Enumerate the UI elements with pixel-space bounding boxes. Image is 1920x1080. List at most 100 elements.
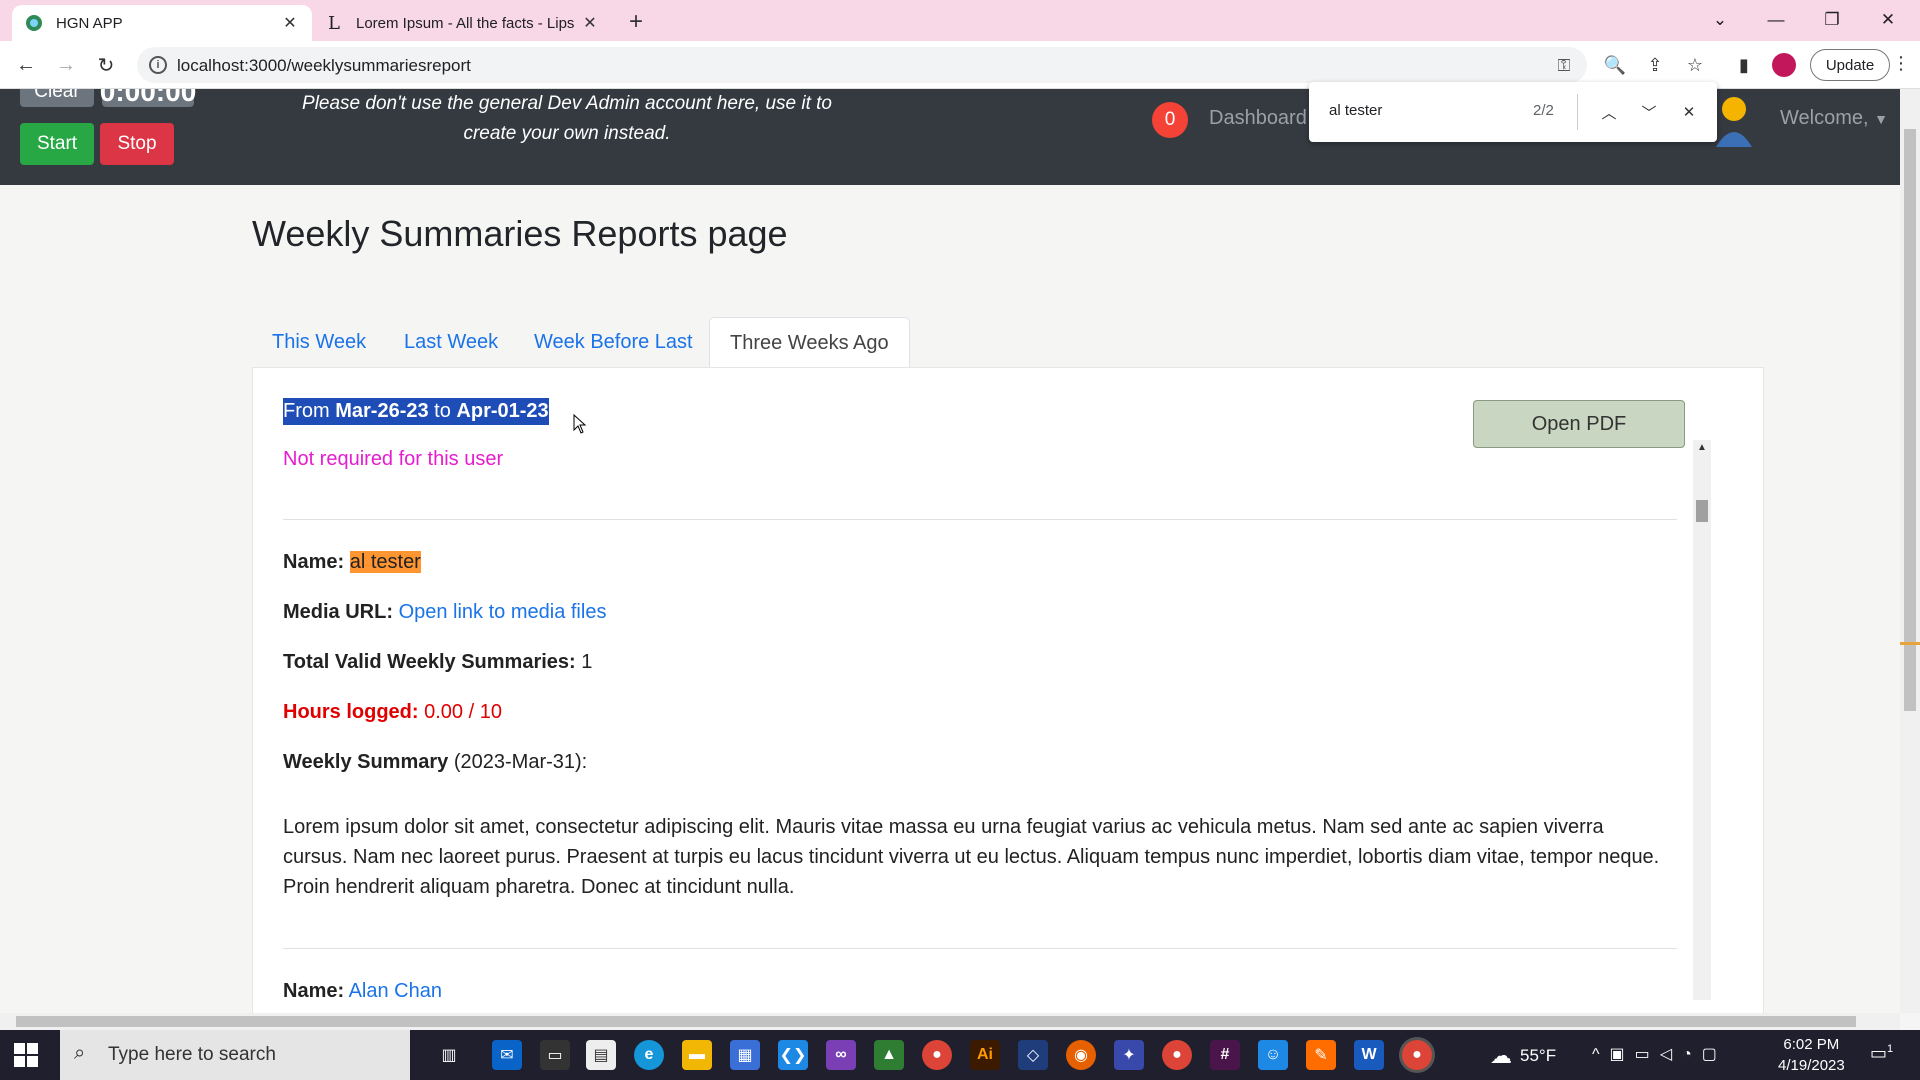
user-name-row: Name: Alan Chan bbox=[283, 980, 442, 1003]
profile-avatar-icon[interactable] bbox=[1772, 53, 1796, 77]
header-notice: Please don't use the general Dev Admin a… bbox=[290, 89, 844, 149]
scroll-thumb[interactable] bbox=[1696, 500, 1708, 522]
find-in-page-icon[interactable]: 🔍 bbox=[1603, 53, 1627, 77]
find-close-icon[interactable]: ✕ bbox=[1677, 100, 1701, 124]
user-name[interactable]: Alan Chan bbox=[349, 980, 442, 1002]
tab-week-before-last[interactable]: Week Before Last bbox=[514, 317, 713, 367]
hgn-favicon-icon bbox=[24, 13, 44, 33]
stop-timer-button[interactable]: Stop bbox=[100, 123, 174, 165]
tab-last-week[interactable]: Last Week bbox=[384, 317, 518, 367]
tab-three-weeks-ago[interactable]: Three Weeks Ago bbox=[709, 317, 910, 368]
side-panel-icon[interactable]: ▮ bbox=[1732, 53, 1756, 77]
app-icon[interactable]: ✦ bbox=[1114, 1040, 1144, 1070]
windows-start-icon[interactable] bbox=[14, 1043, 38, 1067]
illustrator-icon[interactable]: Ai bbox=[970, 1040, 1000, 1070]
media-link[interactable]: Open link to media files bbox=[399, 601, 607, 623]
display-icon[interactable]: ▢ bbox=[1702, 1046, 1727, 1063]
notepad-icon[interactable]: ▤ bbox=[586, 1040, 616, 1070]
valid-summaries-label: Total Valid Weekly Summaries: bbox=[283, 651, 576, 673]
scroll-up-icon[interactable]: ▲ bbox=[1697, 442, 1707, 453]
battery-icon[interactable]: ▭ bbox=[1635, 1046, 1660, 1063]
open-pdf-button[interactable]: Open PDF bbox=[1473, 400, 1685, 448]
tray-chevron-icon[interactable]: ^ bbox=[1592, 1046, 1610, 1063]
tab-lorem-ipsum[interactable]: L Lorem Ipsum - All the facts - Lips ✕ bbox=[312, 5, 612, 41]
edge-icon[interactable]: e bbox=[634, 1040, 664, 1070]
tab-hgn-app[interactable]: HGN APP ✕ bbox=[12, 5, 312, 41]
vscode-icon[interactable]: ❮❯ bbox=[778, 1040, 808, 1070]
app-icon[interactable]: ▲ bbox=[874, 1040, 904, 1070]
cloud-icon: ☁ bbox=[1490, 1043, 1512, 1068]
address-bar[interactable]: i localhost:3000/weeklysummariesreport ⚿ bbox=[137, 47, 1587, 83]
find-previous-icon[interactable]: ︿ bbox=[1597, 100, 1621, 124]
task-view-icon[interactable]: ▥ bbox=[434, 1040, 464, 1070]
update-button[interactable]: Update bbox=[1810, 49, 1890, 81]
forward-icon[interactable]: → bbox=[50, 49, 82, 81]
postman-icon[interactable]: ✎ bbox=[1306, 1040, 1336, 1070]
weather-widget[interactable]: ☁ 55°F bbox=[1490, 1043, 1556, 1069]
close-tab-icon[interactable]: ✕ bbox=[280, 13, 300, 33]
hours-label: Hours logged: bbox=[283, 701, 419, 723]
slack-icon[interactable]: # bbox=[1210, 1040, 1240, 1070]
weekly-summary-row: Weekly Summary (2023-Mar-31): bbox=[283, 751, 587, 774]
chrome-icon[interactable]: ● bbox=[922, 1040, 952, 1070]
url-text[interactable]: localhost:3000/weeklysummariesreport bbox=[177, 56, 471, 76]
minimize-icon[interactable]: — bbox=[1748, 4, 1804, 36]
close-tab-icon[interactable]: ✕ bbox=[580, 13, 600, 33]
site-info-icon[interactable]: i bbox=[149, 56, 167, 74]
terminal-icon[interactable]: ▭ bbox=[540, 1040, 570, 1070]
password-key-icon[interactable]: ⚿ bbox=[1553, 55, 1575, 77]
browser-menu-icon[interactable]: ⋮ bbox=[1892, 53, 1910, 74]
app-tray-icon[interactable]: ▣ bbox=[1610, 1046, 1635, 1063]
divider bbox=[283, 519, 1677, 520]
scroll-thumb[interactable] bbox=[1904, 129, 1916, 711]
system-tray[interactable]: ^▣▭◁◔▢ bbox=[1592, 1044, 1727, 1064]
notice-line-2: create your own instead. bbox=[463, 123, 671, 144]
chrome-icon[interactable]: ● bbox=[1162, 1040, 1192, 1070]
tab-search-chevron-icon[interactable]: ⌄ bbox=[1692, 4, 1748, 36]
name-label: Name: bbox=[283, 551, 345, 573]
date-range: From Mar-26-23 to Apr-01-23 bbox=[283, 398, 549, 425]
store-icon[interactable]: ▦ bbox=[730, 1040, 760, 1070]
back-icon[interactable]: ← bbox=[10, 49, 42, 81]
weekly-summary-label: Weekly Summary bbox=[283, 751, 449, 773]
file-explorer-icon[interactable]: ▬ bbox=[682, 1040, 712, 1070]
notification-badge[interactable]: 0 bbox=[1152, 102, 1188, 138]
clock[interactable]: 6:02 PM 4/19/2023 bbox=[1778, 1034, 1845, 1076]
user-name: al tester bbox=[349, 551, 421, 573]
tab-this-week[interactable]: This Week bbox=[252, 317, 386, 367]
word-icon[interactable]: W bbox=[1354, 1040, 1384, 1070]
volume-icon[interactable]: ◁ bbox=[1660, 1046, 1682, 1063]
reload-icon[interactable]: ↻ bbox=[90, 49, 122, 81]
start-timer-button[interactable]: Start bbox=[20, 123, 94, 165]
find-next-icon[interactable]: ﹀ bbox=[1637, 100, 1661, 124]
clear-timer-button[interactable]: Clear bbox=[20, 89, 94, 107]
firefox-icon[interactable]: ◉ bbox=[1066, 1040, 1096, 1070]
report-scrollbar[interactable]: ▲ bbox=[1693, 440, 1711, 1000]
new-tab-icon[interactable]: + bbox=[622, 8, 650, 36]
app-icon[interactable]: ◇ bbox=[1018, 1040, 1048, 1070]
dashboard-link[interactable]: Dashboard bbox=[1209, 107, 1307, 130]
app-icon[interactable]: ☺ bbox=[1258, 1040, 1288, 1070]
scroll-thumb[interactable] bbox=[16, 1016, 1856, 1027]
page-horizontal-scrollbar[interactable] bbox=[0, 1013, 1900, 1030]
page-viewport: Clear 0:00:00 Start Stop Please don't us… bbox=[0, 89, 1900, 1013]
restore-icon[interactable]: ❐ bbox=[1804, 4, 1860, 36]
chrome-icon[interactable]: ● bbox=[1402, 1040, 1432, 1070]
bookmark-star-icon[interactable]: ☆ bbox=[1683, 53, 1707, 77]
valid-summaries-row: Total Valid Weekly Summaries: 1 bbox=[283, 651, 592, 674]
user-avatar-icon[interactable] bbox=[1712, 95, 1752, 147]
visual-studio-icon[interactable]: ∞ bbox=[826, 1040, 856, 1070]
mail-icon[interactable]: ✉ bbox=[492, 1040, 522, 1070]
share-icon[interactable]: ⇪ bbox=[1643, 53, 1667, 77]
wifi-icon[interactable]: ◔ bbox=[1682, 1046, 1702, 1063]
valid-summaries-count: 1 bbox=[581, 651, 593, 673]
welcome-menu[interactable]: Welcome, ▼ bbox=[1780, 107, 1888, 130]
range-prefix: From bbox=[283, 400, 336, 422]
taskbar-search[interactable]: ⌕ Type here to search bbox=[60, 1030, 410, 1080]
page-title: Weekly Summaries Reports page bbox=[252, 213, 788, 254]
find-input[interactable]: al tester bbox=[1329, 102, 1382, 119]
notification-center-icon[interactable]: ▭1 bbox=[1870, 1043, 1893, 1064]
window-close-icon[interactable]: ✕ bbox=[1860, 4, 1916, 36]
page-vertical-scrollbar[interactable] bbox=[1900, 89, 1920, 1013]
notification-center-count: 1 bbox=[1887, 1043, 1894, 1055]
